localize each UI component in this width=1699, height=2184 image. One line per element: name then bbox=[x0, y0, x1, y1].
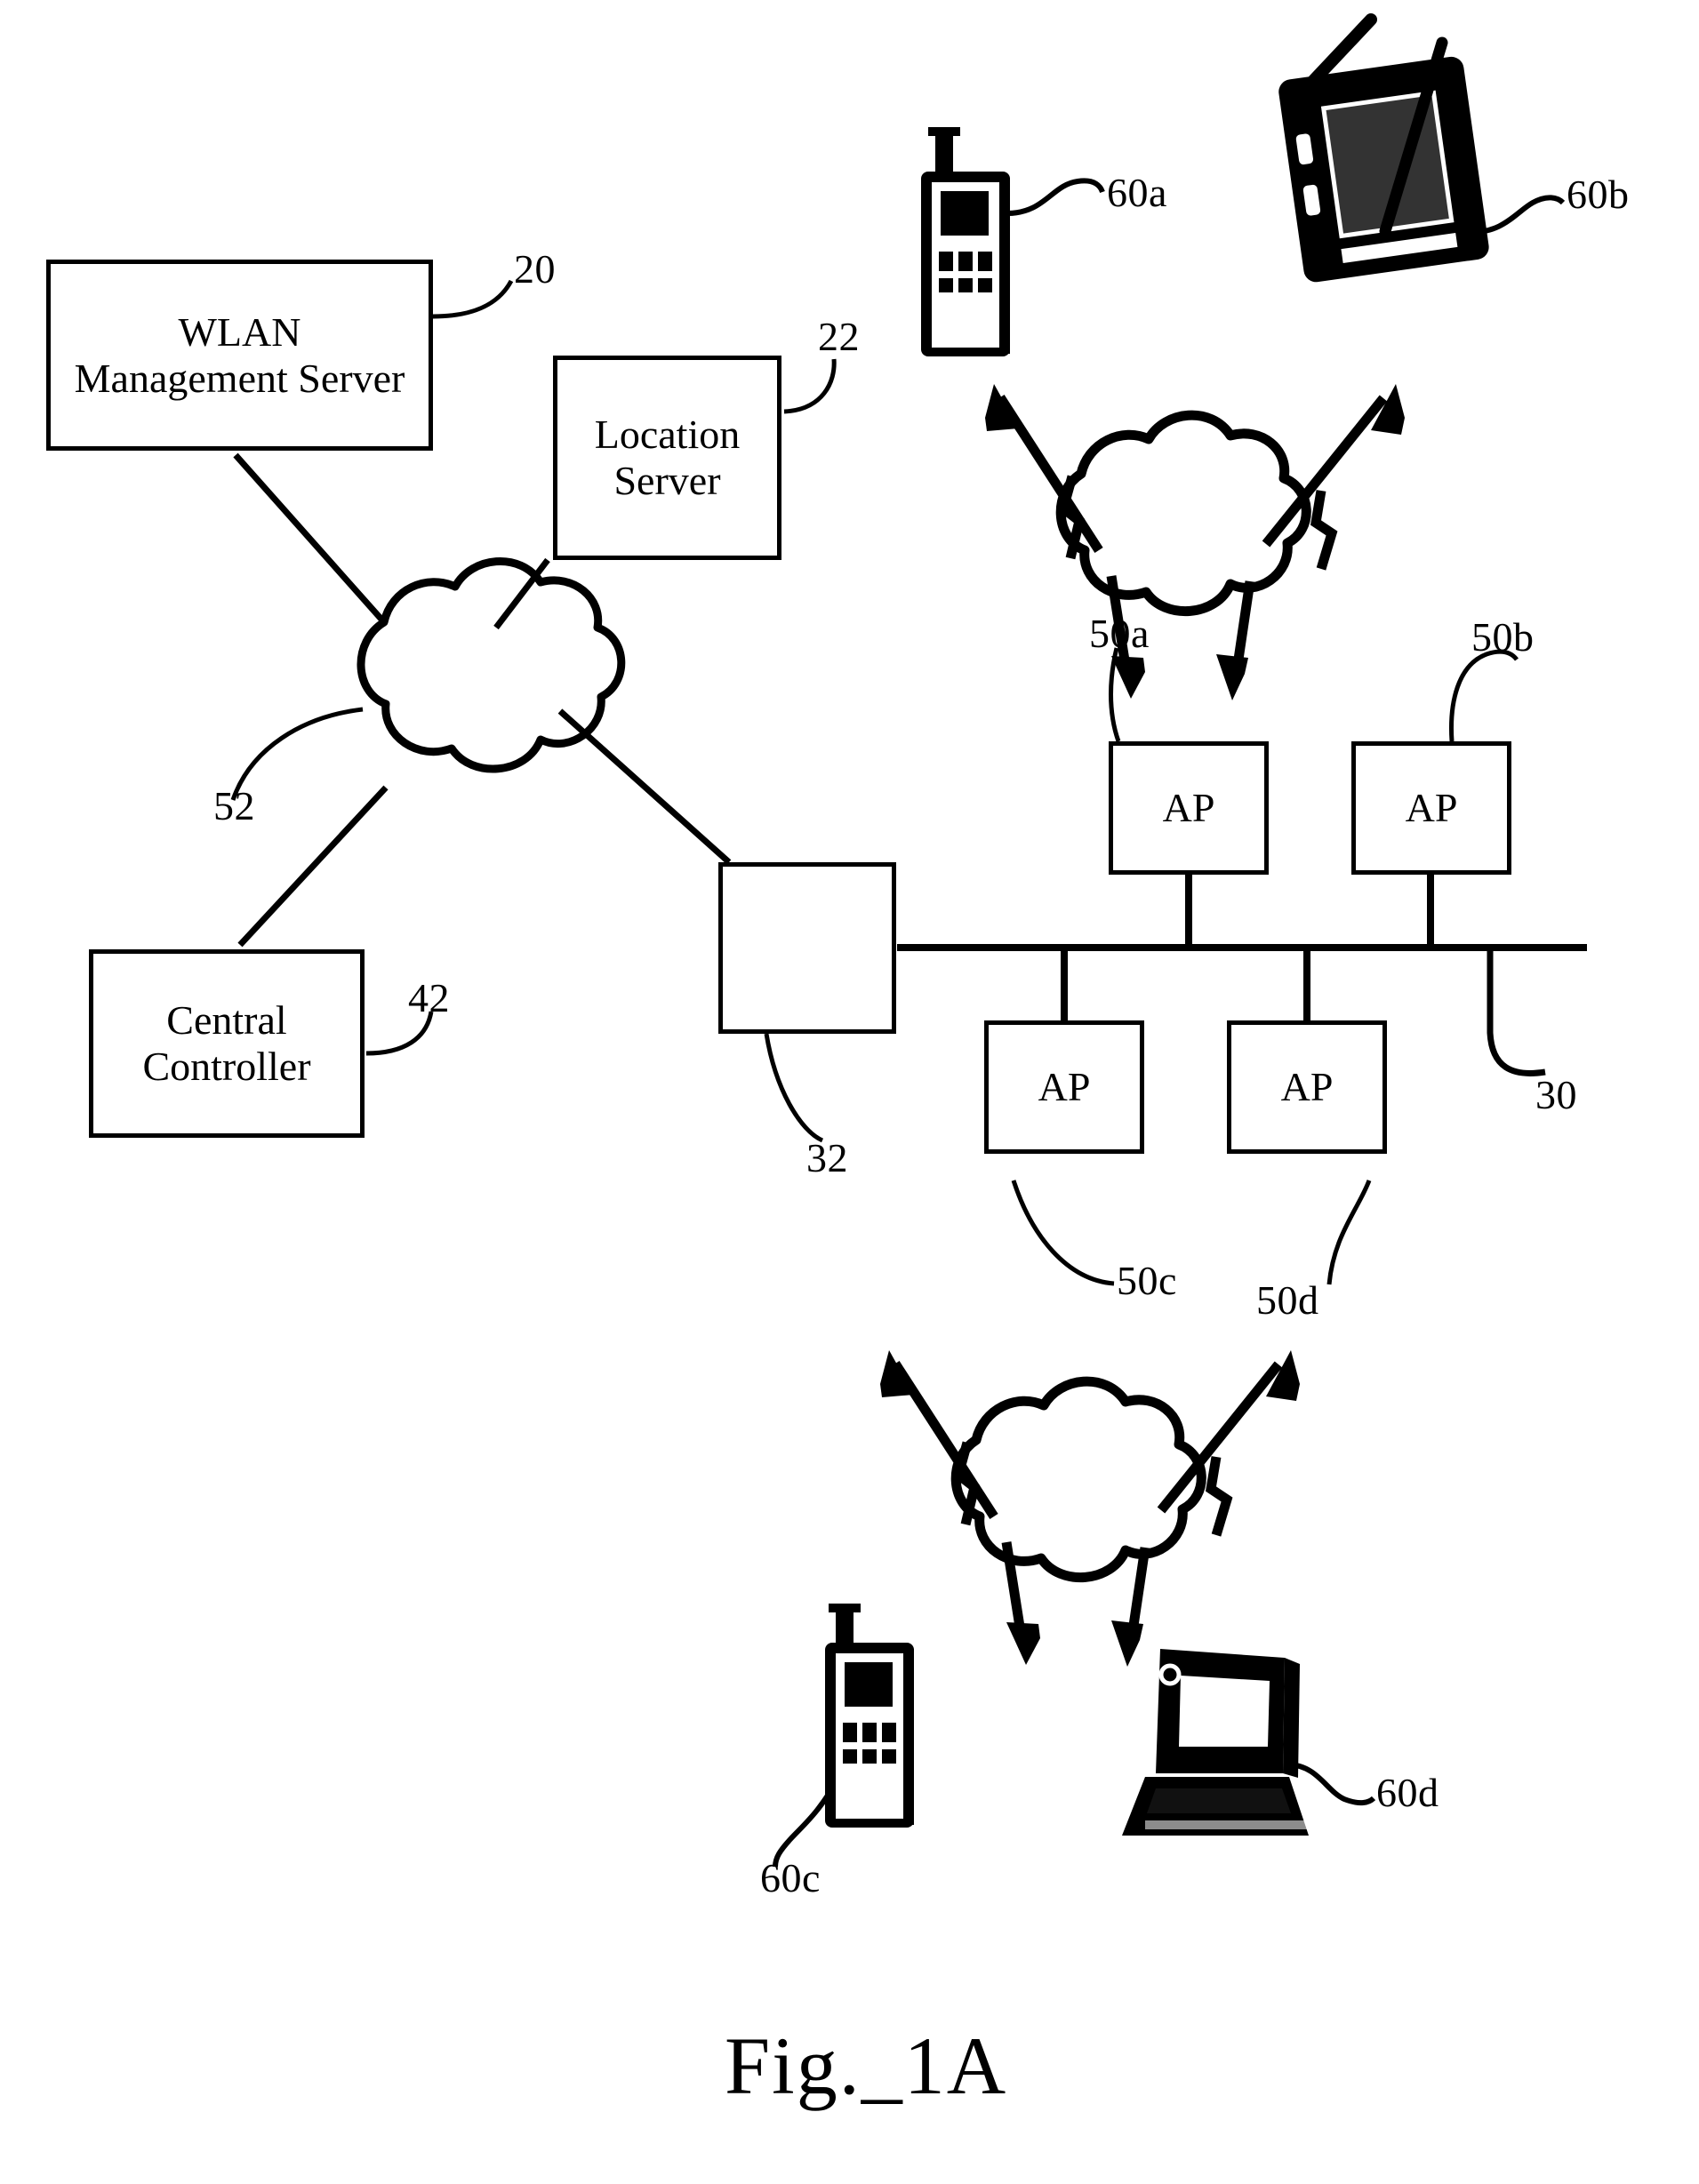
ref-label-52: 52 bbox=[213, 783, 255, 828]
ref-label-60d: 60d bbox=[1376, 1770, 1439, 1815]
switch-box[interactable] bbox=[718, 862, 896, 1034]
leader-60d bbox=[1287, 1762, 1376, 1806]
figure-caption: Fig._1A bbox=[725, 2020, 1008, 2111]
access-point-50a-box[interactable]: AP bbox=[1109, 741, 1269, 875]
pda-tablet-icon-60b bbox=[1278, 13, 1489, 283]
leader-50b bbox=[1449, 649, 1519, 742]
ref-label-32: 32 bbox=[806, 1135, 848, 1180]
link-cloud-to-central-controller bbox=[237, 785, 389, 948]
ref-label-50b: 50b bbox=[1471, 614, 1535, 660]
leader-60a bbox=[1006, 178, 1105, 216]
laptop-computer-icon-60d bbox=[1122, 1649, 1309, 1836]
ref-label-60a: 60a bbox=[1107, 170, 1167, 215]
ref-label-60b: 60b bbox=[1567, 172, 1630, 217]
ref-label-60c: 60c bbox=[760, 1855, 821, 1900]
ap-50b-label: AP bbox=[1405, 785, 1458, 831]
location-server-box[interactable]: Location Server bbox=[553, 356, 781, 560]
leader-32 bbox=[764, 1033, 824, 1143]
central-controller-box[interactable]: Central Controller bbox=[89, 949, 365, 1138]
central-controller-label-line1: Central bbox=[166, 997, 287, 1044]
lower-wireless-link-cloud bbox=[880, 1350, 1300, 1667]
wlan-server-label-line1: WLAN bbox=[178, 308, 301, 355]
wlan-server-label-line2: Management Server bbox=[74, 355, 405, 401]
central-controller-label-line2: Controller bbox=[142, 1044, 311, 1089]
mobile-phone-icon-60a bbox=[921, 127, 1010, 356]
ref-label-50d: 50d bbox=[1256, 1277, 1319, 1323]
ref-label-42: 42 bbox=[408, 975, 450, 1020]
patent-figure-1a: WLAN Management Server 20 Location Serve… bbox=[0, 0, 1699, 2184]
access-point-50b-box[interactable]: AP bbox=[1351, 741, 1511, 875]
access-point-50c-box[interactable]: AP bbox=[984, 1020, 1144, 1154]
leader-30 bbox=[1487, 949, 1546, 1076]
leader-50d bbox=[1326, 1180, 1372, 1285]
location-server-label-line1: Location bbox=[594, 412, 741, 458]
leader-20 bbox=[432, 279, 514, 319]
ref-label-22: 22 bbox=[818, 314, 860, 359]
ref-label-30: 30 bbox=[1535, 1072, 1577, 1117]
ref-label-20: 20 bbox=[514, 246, 556, 292]
ap-50d-label: AP bbox=[1280, 1064, 1334, 1110]
leader-50c bbox=[1011, 1180, 1115, 1286]
ap-50a-label: AP bbox=[1162, 785, 1215, 831]
access-point-50d-box[interactable]: AP bbox=[1227, 1020, 1387, 1154]
leader-22 bbox=[783, 358, 837, 414]
upper-wireless-link-cloud bbox=[985, 384, 1405, 700]
ref-label-50c: 50c bbox=[1117, 1258, 1177, 1303]
link-wlan-server-to-cloud bbox=[233, 452, 387, 625]
mobile-phone-icon-60c bbox=[825, 1604, 914, 1828]
core-network-cloud bbox=[357, 557, 626, 773]
location-server-label-line2: Server bbox=[613, 458, 721, 503]
wlan-management-server-box[interactable]: WLAN Management Server bbox=[46, 260, 433, 451]
ap-50c-label: AP bbox=[1038, 1064, 1091, 1110]
ref-label-50a: 50a bbox=[1089, 611, 1150, 656]
